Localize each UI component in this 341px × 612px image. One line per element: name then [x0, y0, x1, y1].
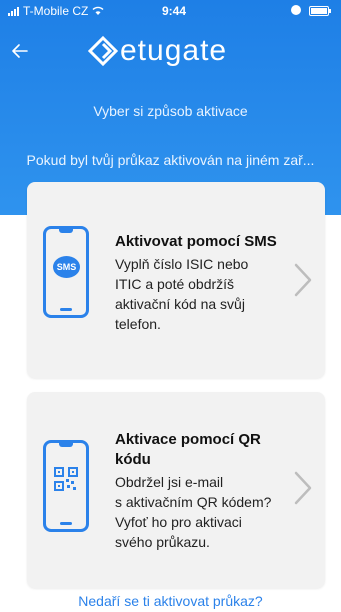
card-description-line: Vyfoť ho pro aktivaci: [115, 514, 242, 530]
card-description-line: aktivační kód na svůj: [115, 296, 245, 312]
card-title: Aktivace pomocí QR kódu: [115, 430, 275, 470]
chevron-right-icon: [294, 471, 312, 505]
card-description-line: ITIC a poté obdržíš: [115, 276, 235, 292]
card-description: Obdržel jsi e-mail s aktivačním QR kódem…: [115, 472, 285, 552]
page-subtitle: Vyber si způsob aktivace: [93, 103, 248, 119]
back-arrow-icon: [12, 44, 28, 58]
card-description-line: Vyplň číslo ISIC nebo: [115, 256, 249, 272]
logo-text: etugate: [120, 34, 228, 67]
card-description: Vyplň číslo ISIC nebo ITIC a poté obdrží…: [115, 254, 295, 334]
info-text: Pokud byl tvůj průkaz aktivován na jiném…: [26, 152, 315, 168]
wifi-icon: [92, 4, 104, 18]
card-description-line: s aktivačním QR kódem?: [115, 494, 272, 510]
phone-sms-icon: SMS: [43, 226, 89, 318]
help-link[interactable]: Nedaří se ti aktivovat průkaz?: [0, 593, 341, 609]
signal-icon: [8, 6, 19, 16]
etugate-logo-icon: [88, 36, 118, 66]
carrier-info: T-Mobile CZ: [8, 4, 104, 18]
card-description-line: svého průkazu.: [115, 534, 210, 550]
activate-qr-card[interactable]: Aktivace pomocí QR kódu Obdržel jsi e-ma…: [27, 392, 325, 588]
phone-qr-icon: [43, 440, 89, 532]
card-title: Aktivovat pomocí SMS: [115, 233, 277, 250]
activate-sms-card[interactable]: SMS Aktivovat pomocí SMS Vyplň číslo ISI…: [27, 182, 325, 378]
carrier-name: T-Mobile CZ: [23, 4, 89, 18]
status-time: 9:44: [162, 4, 187, 18]
sms-bubble-icon: SMS: [53, 256, 80, 278]
alarm-icon: [291, 5, 301, 15]
qr-code-icon: [54, 467, 78, 491]
card-description-line: telefon.: [115, 316, 161, 332]
chevron-right-icon: [294, 263, 312, 297]
card-description-line: Obdržel jsi e-mail: [115, 474, 224, 490]
card-title-line: kódu: [115, 451, 151, 468]
back-button[interactable]: [12, 40, 36, 64]
status-bar: T-Mobile CZ 9:44: [0, 0, 341, 22]
battery-icon: [309, 6, 331, 16]
card-title-line: Aktivace pomocí QR: [115, 431, 261, 448]
app-logo: etugate: [88, 34, 227, 68]
